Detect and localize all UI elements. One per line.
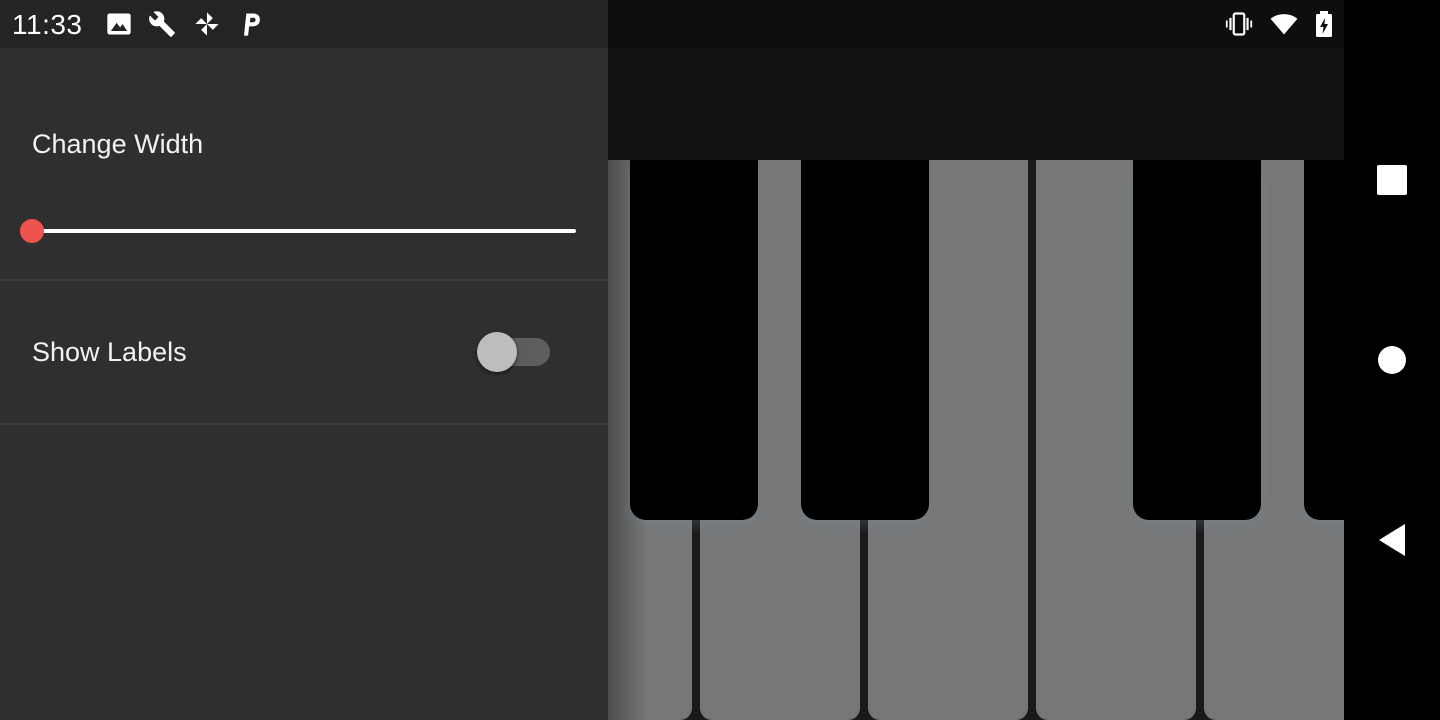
square-icon xyxy=(1377,165,1407,195)
change-width-label: Change Width xyxy=(32,129,204,159)
black-key[interactable] xyxy=(801,160,929,520)
back-triangle-icon xyxy=(1379,524,1405,556)
navigation-bar xyxy=(1344,0,1440,720)
black-key[interactable] xyxy=(630,160,758,520)
back-button[interactable] xyxy=(1372,520,1412,560)
black-key[interactable] xyxy=(1133,160,1261,520)
show-labels-label: Show Labels xyxy=(32,337,187,367)
circle-icon xyxy=(1378,346,1406,374)
pinwheel-icon xyxy=(195,12,219,36)
show-labels-switch-thumb[interactable] xyxy=(477,332,517,372)
black-key[interactable] xyxy=(1304,160,1344,520)
divider xyxy=(0,279,608,281)
settings-drawer: Change Width Show Labels xyxy=(0,48,608,720)
home-button[interactable] xyxy=(1372,340,1412,380)
width-slider-thumb[interactable] xyxy=(20,219,44,243)
wrench-icon xyxy=(149,11,175,37)
width-slider-track[interactable] xyxy=(32,229,576,233)
image-icon xyxy=(107,13,131,35)
battery-charging-icon xyxy=(1316,11,1332,37)
divider xyxy=(0,423,608,425)
status-bar-left-area xyxy=(0,0,608,48)
parking-icon xyxy=(244,13,260,36)
piano-keyboard[interactable] xyxy=(608,160,1344,720)
status-time: 11:33 xyxy=(12,9,83,40)
recents-button[interactable] xyxy=(1372,160,1412,200)
status-bar: 11:33 xyxy=(0,0,1344,48)
app-bar xyxy=(608,48,1344,160)
wifi-icon xyxy=(1270,14,1298,35)
vibrate-icon xyxy=(1225,12,1253,36)
